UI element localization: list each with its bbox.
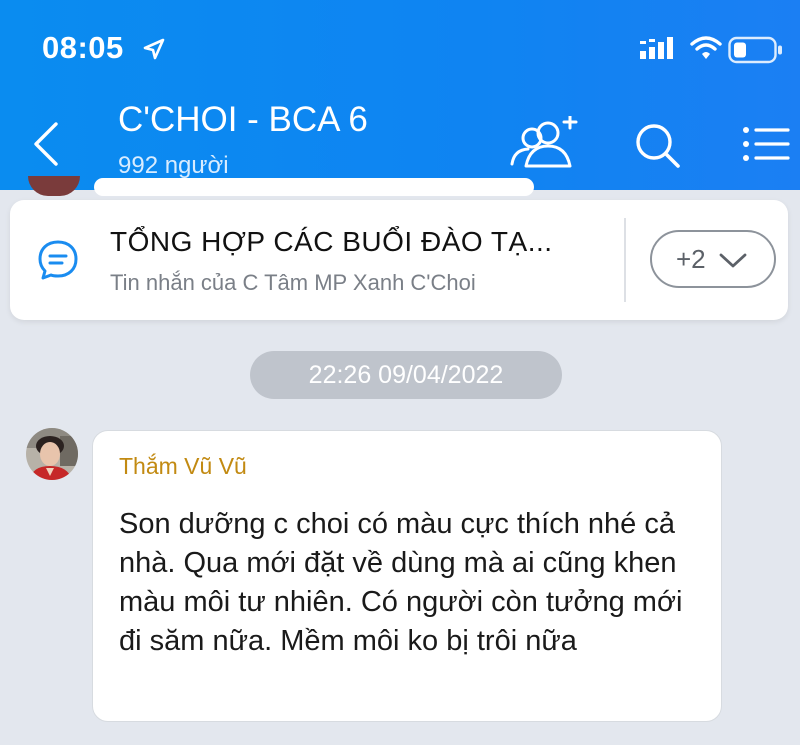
- app-header: 08:05 C'CHOI - BCA 6 992 người: [0, 0, 800, 190]
- pinned-message[interactable]: TỔNG HỢP CÁC BUỔI ĐÀO TẠ... Tin nhắn của…: [10, 200, 788, 320]
- location-arrow-icon: [143, 38, 165, 60]
- sender-avatar[interactable]: [26, 428, 78, 480]
- sender-name[interactable]: Thắm Vũ Vũ: [119, 453, 247, 480]
- wifi-icon: [690, 36, 722, 59]
- search-icon: [636, 124, 680, 168]
- message-bubble[interactable]: Thắm Vũ Vũ Son dưỡng c choi có màu cực t…: [92, 430, 722, 722]
- add-member-icon: [510, 114, 578, 168]
- status-time: 08:05: [42, 30, 124, 65]
- signal-icon: [640, 37, 673, 59]
- chat-bubble-icon: [38, 240, 78, 280]
- pinned-subtitle: Tin nhắn của C Tâm MP Xanh C'Choi: [110, 270, 476, 295]
- back-chevron-icon: [34, 122, 58, 166]
- pinned-more-button[interactable]: +2: [650, 230, 776, 288]
- search-button[interactable]: [632, 120, 684, 172]
- menu-button[interactable]: [740, 124, 792, 164]
- message-text: Son dưỡng c choi có màu cực thích nhé cả…: [119, 508, 683, 657]
- battery-icon: [728, 36, 782, 64]
- pinned-divider: [624, 218, 626, 302]
- add-member-button[interactable]: [506, 114, 582, 172]
- pinned-more-count: +2: [676, 244, 706, 274]
- previous-message-bubble: [94, 178, 534, 196]
- pinned-title: TỔNG HỢP CÁC BUỔI ĐÀO TẠ...: [110, 226, 553, 257]
- avatar: [26, 428, 78, 480]
- menu-list-icon: [743, 127, 790, 161]
- member-count: 992 người: [118, 152, 229, 179]
- date-separator: 22:26 09/04/2022: [250, 351, 562, 399]
- previous-message-avatar: [28, 176, 80, 196]
- back-button[interactable]: [28, 118, 68, 170]
- chevron-down-icon: [719, 253, 747, 268]
- group-title[interactable]: C'CHOI - BCA 6: [118, 100, 368, 140]
